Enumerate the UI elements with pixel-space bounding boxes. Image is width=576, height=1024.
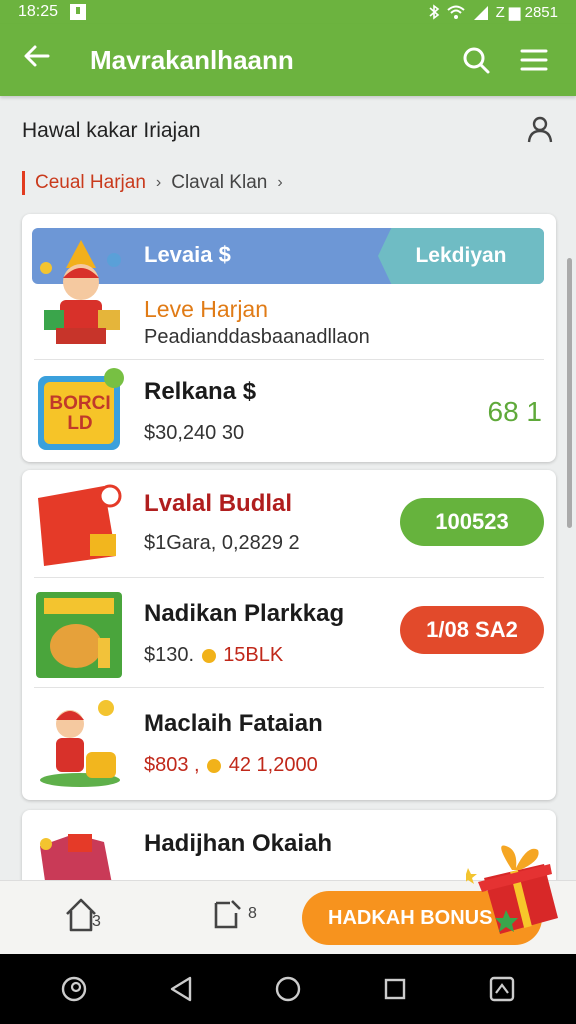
- list-item[interactable]: Leve Harjan Peadianddasbaanadllaon: [34, 286, 544, 360]
- subtitle-highlight: 15BLK: [223, 644, 284, 666]
- back-button[interactable]: [22, 41, 62, 79]
- thumbnail-label: BORCI LD: [49, 393, 111, 434]
- subheader: Hawal kakar Iriajan: [0, 96, 576, 166]
- chevron-right-icon: ›: [277, 174, 283, 191]
- search-icon: [463, 47, 490, 74]
- item-subtitle: $1Gara, 0,2829 2: [144, 532, 300, 554]
- item-title: Hadijhan Okaiah: [144, 830, 333, 857]
- featured-card: Levaia $ Lekdiyan Leve Harjan Peadiandda…: [22, 214, 556, 462]
- subtitle-prefix: $130.: [144, 644, 195, 666]
- triangle-back-icon: [170, 976, 191, 1002]
- wifi-icon: [446, 5, 465, 19]
- item-subtitle: $30,240 30: [144, 422, 245, 444]
- scrollbar[interactable]: [567, 258, 572, 528]
- screenshot-icon: [490, 976, 515, 1002]
- list-card: Lvalal Budlal $1Gara, 0,2829 2 100523 Na…: [22, 470, 556, 800]
- app-title: Mavrakanlhaann: [90, 44, 294, 75]
- banner-left-label: Levaia $: [144, 242, 231, 267]
- back-nav-button[interactable]: [161, 969, 201, 1009]
- square-recents-icon: [384, 978, 406, 1000]
- item-subtitle: $130. 15BLK: [144, 644, 283, 667]
- signal-icon: [473, 6, 488, 20]
- menu-button[interactable]: [514, 40, 554, 80]
- home-tab[interactable]: 3: [64, 897, 108, 937]
- circle-home-icon: [275, 976, 301, 1002]
- bluetooth-icon: [429, 4, 439, 20]
- assistant-icon: [61, 976, 86, 1002]
- banner-right-tab[interactable]: Lekdiyan: [378, 228, 544, 284]
- document-edit-icon: [214, 900, 241, 929]
- character-thumbnail: [40, 700, 120, 787]
- list-item[interactable]: BORCI LD Relkana $ $30,240 30 68 1: [34, 360, 544, 460]
- subtitle-highlight: 42 1,2000: [228, 754, 318, 776]
- breadcrumb-item-1[interactable]: Ceual Harjan: [35, 172, 146, 194]
- breadcrumb-accent: [22, 171, 25, 195]
- coin-icon: [207, 758, 222, 773]
- hamburger-menu-icon: [520, 49, 548, 71]
- item-subtitle: $803 , 42 1,2000: [144, 754, 318, 777]
- recents-nav-button[interactable]: [375, 969, 415, 1009]
- item-title: Nadikan Plarkkag: [144, 600, 345, 627]
- game-thumbnail: [38, 484, 122, 566]
- home-nav-button[interactable]: [268, 969, 308, 1009]
- back-arrow-icon: [24, 45, 50, 67]
- document-badge: 8: [248, 905, 257, 922]
- notification-icon: [70, 4, 87, 20]
- game-thumbnail: [36, 592, 122, 678]
- item-value: 68 1: [487, 396, 543, 427]
- home-badge: 3: [92, 913, 101, 930]
- system-navigation-bar: [0, 954, 576, 1024]
- item-title: Maclaih Fataian: [144, 710, 323, 737]
- subtitle-prefix: $803 ,: [144, 754, 200, 776]
- document-tab[interactable]: 8: [212, 899, 268, 935]
- breadcrumb: Ceual Harjan › Claval Klan ›: [22, 168, 283, 198]
- status-time: 18:25: [18, 3, 59, 20]
- item-title: Leve Harjan: [144, 296, 269, 322]
- user-icon: [527, 116, 553, 142]
- chevron-right-icon: ›: [155, 174, 162, 191]
- item-subtitle: Peadianddasbaanadllaon: [144, 326, 370, 348]
- status-right-text: Z ▆ 2851: [495, 4, 558, 21]
- gift-box-icon[interactable]: [466, 838, 566, 938]
- status-bar: 18:25 Z ▆ 2851: [0, 0, 576, 24]
- value-pill-button[interactable]: 100523: [400, 498, 544, 546]
- coin-icon: [201, 648, 216, 663]
- breadcrumb-item-2[interactable]: Claval Klan: [171, 172, 267, 194]
- profile-button[interactable]: [526, 115, 554, 148]
- item-title: Lvalal Budlal: [144, 490, 293, 517]
- app-bar: Mavrakanlhaann: [0, 24, 576, 96]
- list-item[interactable]: Lvalal Budlal $1Gara, 0,2829 2 100523: [34, 470, 544, 578]
- section-title: Hawal kakar Iriajan: [22, 119, 201, 142]
- assistant-button[interactable]: [54, 969, 94, 1009]
- list-item[interactable]: Nadikan Plarkkag $130. 15BLK 1/08 SA2: [34, 578, 544, 688]
- item-title: Relkana $: [144, 378, 257, 405]
- screenshot-button[interactable]: [482, 969, 522, 1009]
- value-pill-button[interactable]: 1/08 SA2: [400, 606, 544, 654]
- search-button[interactable]: [456, 40, 496, 80]
- list-item[interactable]: Maclaih Fataian $803 , 42 1,2000: [34, 688, 544, 800]
